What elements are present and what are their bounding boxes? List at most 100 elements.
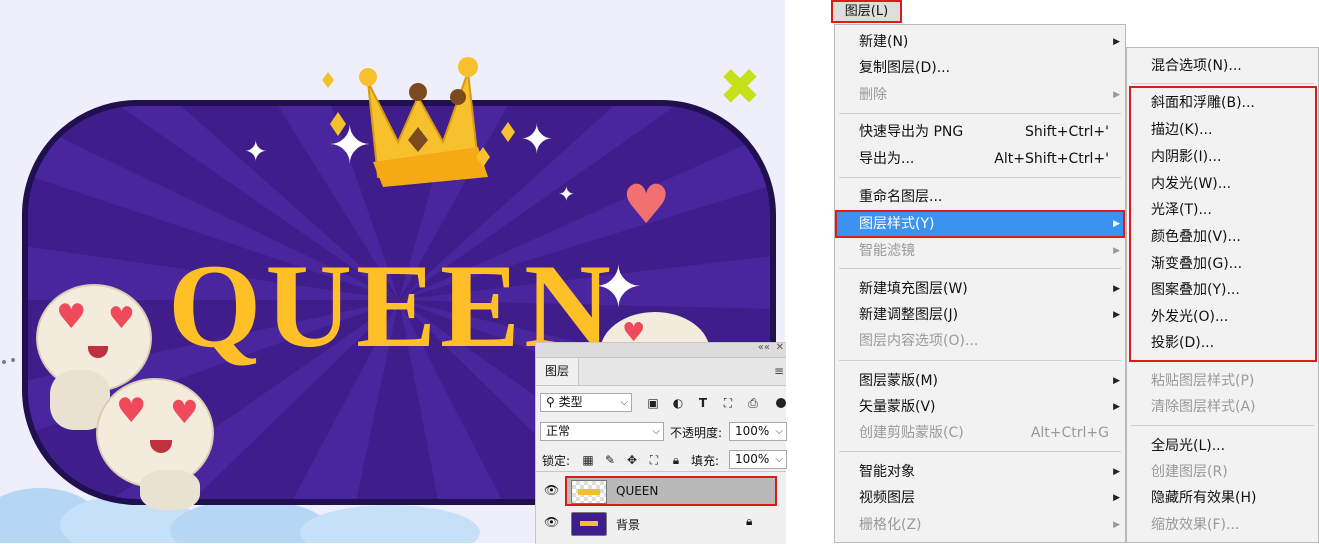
lock-all-icon[interactable]: 🔒︎ — [668, 452, 684, 468]
lock-artboard-icon[interactable]: ⛶ — [646, 452, 662, 468]
menu-item-hide-all-effects[interactable]: 隐藏所有效果(H) — [1127, 485, 1318, 511]
menu-item-pattern-overlay[interactable]: 图案叠加(Y)... — [1127, 277, 1318, 303]
tab-layers[interactable]: 图层 — [536, 358, 579, 385]
shape-filter-icon[interactable]: ⛶ — [720, 395, 736, 411]
menu-item-color-overlay[interactable]: 颜色叠加(V)... — [1127, 224, 1318, 250]
eye-icon[interactable]: 👁︎ — [544, 515, 559, 529]
chevron-down-icon: ⌵ — [652, 426, 660, 437]
chevron-down-icon: ⌵ — [775, 454, 783, 465]
blend-mode-select[interactable]: 正常 ⌵ — [540, 422, 664, 441]
menu-item-label: 创建剪贴蒙版(C) — [859, 425, 964, 441]
menu-separator — [839, 268, 1121, 269]
menu-layer[interactable]: 图层(L) — [831, 0, 902, 23]
mouth — [88, 346, 108, 358]
menu-item-clear-layer-style[interactable]: 清除图层样式(A) — [1127, 394, 1318, 420]
lock-position-move-icon[interactable]: ✥ — [624, 452, 640, 468]
lock-row: 锁定: ▦ ✎ ✥ ⛶ 🔒︎ 填充: 100% ⌵ — [536, 449, 787, 472]
filter-kind-select[interactable]: ⚲ 类型 ⌵ — [540, 393, 632, 412]
eye-icon[interactable]: 👁︎ — [544, 483, 559, 497]
menu-item-create-layers[interactable]: 创建图层(R) — [1127, 459, 1318, 485]
menu-item-duplicate-layer[interactable]: 复制图层(D)... — [835, 55, 1125, 81]
collapse-icon[interactable]: «« — [758, 342, 770, 353]
menu-item-label: 复制图层(D)... — [859, 60, 951, 76]
submenu-arrow-icon: ▶ — [1113, 219, 1120, 229]
menu-item-label: 视频图层 — [859, 490, 915, 506]
menu-item-blending-options[interactable]: 混合选项(N)... — [1127, 53, 1318, 79]
menu-item-drop-shadow[interactable]: 投影(D)... — [1127, 330, 1318, 356]
menu-item-label: 快速导出为 PNG — [859, 124, 964, 140]
lock-transparency-icon[interactable]: ▦ — [580, 452, 596, 468]
menu-item-scale-effects[interactable]: 缩放效果(F)... — [1127, 512, 1318, 538]
lock-label: 锁定: — [542, 454, 571, 468]
dot-decoration — [2, 360, 6, 364]
filter-toggle-icon[interactable] — [776, 398, 786, 408]
menu-item-stroke[interactable]: 描边(K)... — [1127, 117, 1318, 143]
blend-mode-value: 正常 — [546, 424, 571, 438]
menu-separator — [1131, 425, 1314, 426]
menu-item-gradient-overlay[interactable]: 渐变叠加(G)... — [1127, 251, 1318, 277]
menu-item-create-clipping-mask[interactable]: 创建剪贴蒙版(C) Alt+Ctrl+G — [835, 420, 1125, 446]
image-filter-icon[interactable]: ▣ — [645, 395, 661, 411]
search-icon: ⚲ — [546, 395, 555, 409]
menu-item-vector-mask[interactable]: 矢量蒙版(V) ▶ — [835, 394, 1125, 420]
menu-separator — [839, 451, 1121, 452]
adjustment-filter-icon[interactable]: ◐ — [670, 395, 686, 411]
menu-item-label: 栅格化(Z) — [859, 517, 922, 533]
menu-item-export-as[interactable]: 导出为... Alt+Shift+Ctrl+' — [835, 146, 1125, 172]
menu-item-delete[interactable]: 删除 ▶ — [835, 82, 1125, 108]
menu-item-label: 图层内容选项(O)... — [859, 333, 979, 349]
menu-item-smart-filter[interactable]: 智能滤镜 ▶ — [835, 238, 1125, 264]
opacity-input[interactable]: 100% ⌵ — [729, 422, 787, 441]
menu-item-layer-content-options[interactable]: 图层内容选项(O)... — [835, 328, 1125, 354]
filter-row: ⚲ 类型 ⌵ ▣ ◐ T ⛶ ⎙ — [536, 391, 786, 415]
heart-eye-icon: ♥ — [116, 391, 147, 431]
lock-pixels-brush-icon[interactable]: ✎ — [602, 452, 618, 468]
submenu-arrow-icon: ▶ — [1113, 310, 1120, 320]
menu-item-satin[interactable]: 光泽(T)... — [1127, 197, 1318, 223]
layer-row-queen[interactable]: 👁︎ QUEEN — [536, 476, 786, 506]
menu-item-label: 图案叠加(Y)... — [1151, 282, 1240, 298]
layers-panel: «« ✕ 图层 ≡ ⚲ 类型 ⌵ ▣ ◐ T ⛶ ⎙ 正常 ⌵ 不透明度: 10… — [535, 342, 787, 544]
panel-menu-icon[interactable]: ≡ — [774, 364, 784, 378]
panel-tab-row: 图层 ≡ — [536, 358, 786, 386]
menu-item-quick-export[interactable]: 快速导出为 PNG Shift+Ctrl+' — [835, 119, 1125, 145]
lock-icon: 🔒︎ — [746, 514, 753, 528]
menu-item-label: 渐变叠加(G)... — [1151, 256, 1243, 272]
menu-item-layer-mask[interactable]: 图层蒙版(M) ▶ — [835, 368, 1125, 394]
opacity-label: 不透明度: — [670, 426, 723, 440]
menu-item-paste-layer-style[interactable]: 粘贴图层样式(P) — [1127, 368, 1318, 394]
menu-item-inner-glow[interactable]: 内发光(W)... — [1127, 171, 1318, 197]
menu-item-label: 新建(N) — [859, 34, 909, 50]
menu-item-new-adjustment-layer[interactable]: 新建调整图层(J) ▶ — [835, 302, 1125, 328]
heart-eye-icon: ♥ — [108, 301, 135, 336]
menu-item-label: 矢量蒙版(V) — [859, 399, 936, 415]
menu-item-video-layer[interactable]: 视频图层 ▶ — [835, 485, 1125, 511]
menu-item-new-fill-layer[interactable]: 新建填充图层(W) ▶ — [835, 276, 1125, 302]
submenu-arrow-icon: ▶ — [1113, 467, 1120, 477]
menu-item-label: 颜色叠加(V)... — [1151, 229, 1241, 245]
heart-icon: ♥ — [622, 173, 671, 236]
menu-item-smart-object[interactable]: 智能对象 ▶ — [835, 459, 1125, 485]
panel-titlebar: «« ✕ — [536, 342, 786, 358]
menu-item-global-light[interactable]: 全局光(L)... — [1127, 433, 1318, 459]
menu-item-rasterize[interactable]: 栅格化(Z) ▶ — [835, 512, 1125, 538]
menu-separator — [839, 360, 1121, 361]
menu-item-new[interactable]: 新建(N) ▶ — [835, 29, 1125, 55]
menu-item-rename-layer[interactable]: 重命名图层... — [835, 184, 1125, 210]
menu-item-outer-glow[interactable]: 外发光(O)... — [1127, 304, 1318, 330]
menu-item-layer-style[interactable]: 图层样式(Y) ▶ — [835, 211, 1125, 237]
x-decoration: ✖ — [719, 58, 761, 116]
type-filter-icon[interactable]: T — [695, 395, 711, 411]
menu-item-label: 内阴影(I)... — [1151, 149, 1222, 165]
layer-menu: 新建(N) ▶ 复制图层(D)... 删除 ▶ 快速导出为 PNG Shift+Ctr… — [834, 24, 1126, 543]
menu-item-label: 图层蒙版(M) — [859, 373, 939, 389]
fill-input[interactable]: 100% ⌵ — [729, 450, 787, 469]
smart-object-filter-icon[interactable]: ⎙ — [745, 395, 761, 411]
mouth — [150, 440, 172, 453]
submenu-arrow-icon: ▶ — [1113, 520, 1120, 530]
chevron-down-icon: ⌵ — [620, 397, 628, 408]
close-icon[interactable]: ✕ — [776, 342, 784, 353]
layer-row-background[interactable]: 👁︎ 背景 🔒︎ — [536, 508, 786, 538]
menu-item-inner-shadow[interactable]: 内阴影(I)... — [1127, 144, 1318, 170]
menu-item-bevel-emboss[interactable]: 斜面和浮雕(B)... — [1127, 90, 1318, 116]
